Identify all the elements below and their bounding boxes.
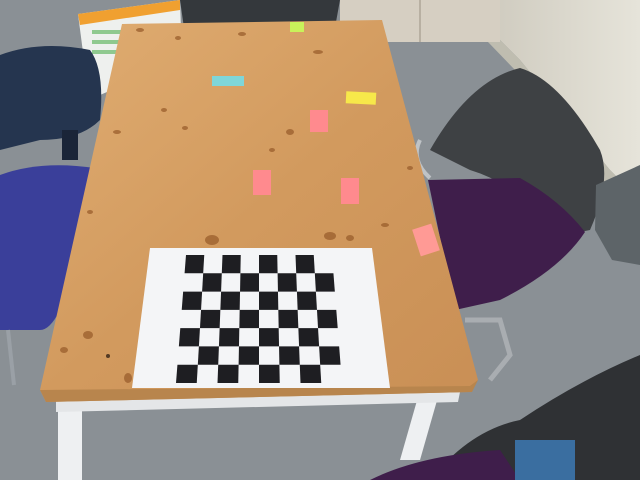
checker-square: [176, 364, 198, 383]
checker-square: [314, 273, 335, 292]
checker-square: [295, 255, 315, 274]
checker-square: [319, 346, 341, 365]
checker-square: [259, 255, 278, 274]
checker-square: [220, 291, 241, 310]
sticky-note: [345, 91, 377, 105]
checker-square: [178, 328, 200, 347]
checker-square: [259, 328, 280, 347]
sticky-note: [341, 178, 359, 204]
checker-square: [217, 364, 239, 383]
checker-square: [238, 346, 259, 365]
checker-square: [199, 309, 221, 329]
checker-square: [184, 255, 205, 274]
checker-square: [239, 309, 259, 329]
checker-square: [299, 364, 322, 383]
photo-scene: [0, 0, 640, 480]
checker-square: [298, 328, 320, 347]
checker-square: [202, 273, 222, 292]
checker-square: [218, 328, 240, 347]
checker-square: [197, 346, 219, 365]
sticky-note: [290, 22, 304, 32]
checker-square: [277, 273, 297, 292]
checker-square: [296, 291, 317, 310]
checker-square: [279, 346, 300, 365]
checker-square: [278, 309, 299, 329]
sticky-note: [212, 76, 244, 86]
checker-square: [181, 291, 203, 310]
sticky-note: [310, 110, 328, 132]
checker-square: [259, 291, 279, 310]
checker-square: [240, 273, 259, 292]
checker-square: [221, 255, 241, 274]
checker-square: [316, 309, 338, 329]
sticky-note: [253, 170, 271, 195]
checker-square: [259, 364, 280, 383]
